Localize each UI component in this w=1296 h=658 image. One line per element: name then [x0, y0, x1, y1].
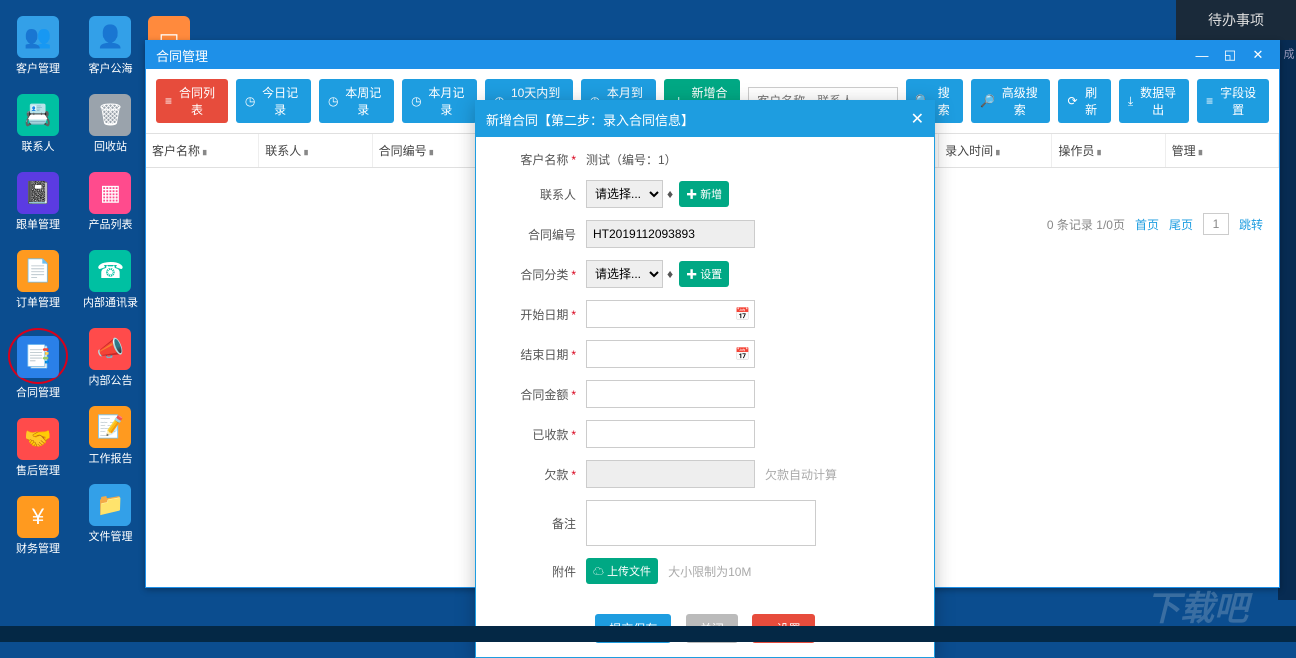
- pager-first[interactable]: 首页: [1135, 216, 1159, 233]
- start-date-input[interactable]: [586, 300, 755, 328]
- desktop-icon-finance[interactable]: ¥财务管理: [8, 496, 68, 556]
- start-label: 开始日期: [520, 308, 568, 322]
- category-config-button[interactable]: ✚ 设置: [679, 261, 729, 287]
- owed-label: 欠款: [544, 468, 568, 482]
- desktop-icon-contacts[interactable]: 📇联系人: [8, 94, 68, 154]
- todo-panel-tab[interactable]: 待办事项: [1176, 0, 1296, 40]
- pager-last[interactable]: 尾页: [1169, 216, 1193, 233]
- contractno-input: [586, 220, 755, 248]
- sort-icon[interactable]: ▖: [203, 145, 210, 156]
- received-label: 已收款: [532, 428, 568, 442]
- toolbar-week-button[interactable]: ◷本周记录: [319, 79, 394, 123]
- sort-icon[interactable]: ▖: [996, 145, 1003, 156]
- desktop-icon-report[interactable]: 📝工作报告: [80, 406, 140, 466]
- column-header[interactable]: 录入时间 ▖: [939, 134, 1052, 167]
- modal-close-icon[interactable]: ✕: [911, 109, 924, 129]
- column-header[interactable]: 管理 ▖: [1166, 134, 1279, 167]
- upload-button[interactable]: ☁ 上传文件: [586, 558, 658, 584]
- desktop-icon-directory[interactable]: ☎内部通讯录: [80, 250, 140, 310]
- month-icon: ◷: [411, 94, 421, 108]
- action-advsearch-button[interactable]: 🔎高级搜索: [971, 79, 1050, 123]
- desktop-icon-announce[interactable]: 📣内部公告: [80, 328, 140, 388]
- sort-icon[interactable]: ▖: [304, 145, 311, 156]
- action-refresh-button[interactable]: ⟳刷新: [1058, 79, 1110, 123]
- modal-title: 新增合同【第二步：录入合同信息】: [486, 110, 694, 129]
- desktop-icon-lead-manage[interactable]: 📓跟单管理: [8, 172, 68, 232]
- today-icon: ◷: [245, 94, 255, 108]
- customer-value: 测试（编号：1）: [586, 151, 677, 168]
- end-date-input[interactable]: [586, 340, 755, 368]
- attach-label: 附件: [552, 565, 576, 579]
- desktop-icon-contract-manage[interactable]: 📑合同管理: [8, 328, 68, 400]
- watermark: 下载吧: [1146, 581, 1248, 630]
- pager-page[interactable]: 1: [1203, 213, 1229, 235]
- category-select[interactable]: 请选择...: [586, 260, 663, 288]
- owed-input: [586, 460, 755, 488]
- pagination: 0 条记录 1/0页 首页 尾页 1 跳转: [1047, 213, 1263, 235]
- refresh-icon: ⟳: [1067, 94, 1077, 108]
- desktop-icon-product-list[interactable]: ▦产品列表: [80, 172, 140, 232]
- attach-hint: 大小限制为10M: [668, 563, 751, 580]
- customer-label: 客户名称: [520, 153, 568, 167]
- ribbon-edge: 成: [1278, 40, 1296, 600]
- column-header[interactable]: 操作员 ▖: [1052, 134, 1165, 167]
- remark-label: 备注: [552, 517, 576, 531]
- desktop-icon-file-manage[interactable]: 📁文件管理: [80, 484, 140, 544]
- desktop-icon-customer-pool[interactable]: 👤客户公海: [80, 16, 140, 76]
- category-label: 合同分类: [520, 268, 568, 282]
- desktop-icon-customer-manage[interactable]: 👥客户管理: [8, 16, 68, 76]
- toolbar-list-button[interactable]: ≡合同列表: [156, 79, 228, 123]
- maximize-button[interactable]: ◱: [1219, 45, 1241, 65]
- modal-header: 新增合同【第二步：录入合同信息】 ✕: [476, 101, 934, 137]
- toolbar-today-button[interactable]: ◷今日记录: [236, 79, 311, 123]
- received-input[interactable]: [586, 420, 755, 448]
- advsearch-icon: 🔎: [980, 94, 995, 108]
- contact-add-button[interactable]: ✚ 新增: [679, 181, 729, 207]
- contractno-label: 合同编号: [528, 228, 576, 242]
- fields-icon: ≡: [1206, 94, 1213, 108]
- pager-summary: 0 条记录 1/0页: [1047, 216, 1125, 233]
- sort-icon[interactable]: ▖: [430, 145, 437, 156]
- calendar-icon[interactable]: 📅: [735, 307, 750, 321]
- action-export-button[interactable]: ⤓数据导出: [1119, 79, 1189, 123]
- pager-jump[interactable]: 跳转: [1239, 216, 1263, 233]
- amount-label: 合同金额: [520, 388, 568, 402]
- desktop-icon-order-manage[interactable]: 📄订单管理: [8, 250, 68, 310]
- sort-icon[interactable]: ▖: [1097, 145, 1104, 156]
- calendar-icon[interactable]: 📅: [735, 347, 750, 361]
- column-header[interactable]: 联系人 ▖: [259, 134, 372, 167]
- toolbar-month-button[interactable]: ◷本月记录: [402, 79, 477, 123]
- titlebar: 合同管理 — ◱ ✕: [146, 41, 1279, 69]
- column-header[interactable]: 合同编号 ▖: [373, 134, 486, 167]
- taskbar: [0, 626, 1296, 642]
- desktop-icon-recycle[interactable]: 🗑回收站: [80, 94, 140, 154]
- contact-select[interactable]: 请选择...: [586, 180, 663, 208]
- amount-input[interactable]: [586, 380, 755, 408]
- sort-icon[interactable]: ▖: [1199, 145, 1206, 156]
- action-fields-button[interactable]: ≡字段设置: [1197, 79, 1269, 123]
- export-icon: ⤓: [1128, 94, 1133, 109]
- end-label: 结束日期: [520, 348, 568, 362]
- desktop-icon-aftersales[interactable]: 🤝售后管理: [8, 418, 68, 478]
- week-icon: ◷: [328, 94, 338, 108]
- desktop: 👥客户管理 📇联系人 📓跟单管理 📄订单管理 📑合同管理 🤝售后管理 ¥财务管理 👤客户公海…: [0, 0, 145, 642]
- remark-textarea[interactable]: [586, 500, 816, 546]
- window-title: 合同管理: [156, 46, 208, 65]
- list-icon: ≡: [165, 94, 172, 108]
- new-contract-modal: 新增合同【第二步：录入合同信息】 ✕ 客户名称* 测试（编号：1） 联系人 请选…: [475, 100, 935, 658]
- owed-hint: 欠款自动计算: [765, 466, 837, 483]
- column-header[interactable]: 客户名称 ▖: [146, 134, 259, 167]
- close-button[interactable]: ✕: [1247, 45, 1269, 65]
- minimize-button[interactable]: —: [1191, 45, 1213, 65]
- contact-label: 联系人: [540, 188, 576, 202]
